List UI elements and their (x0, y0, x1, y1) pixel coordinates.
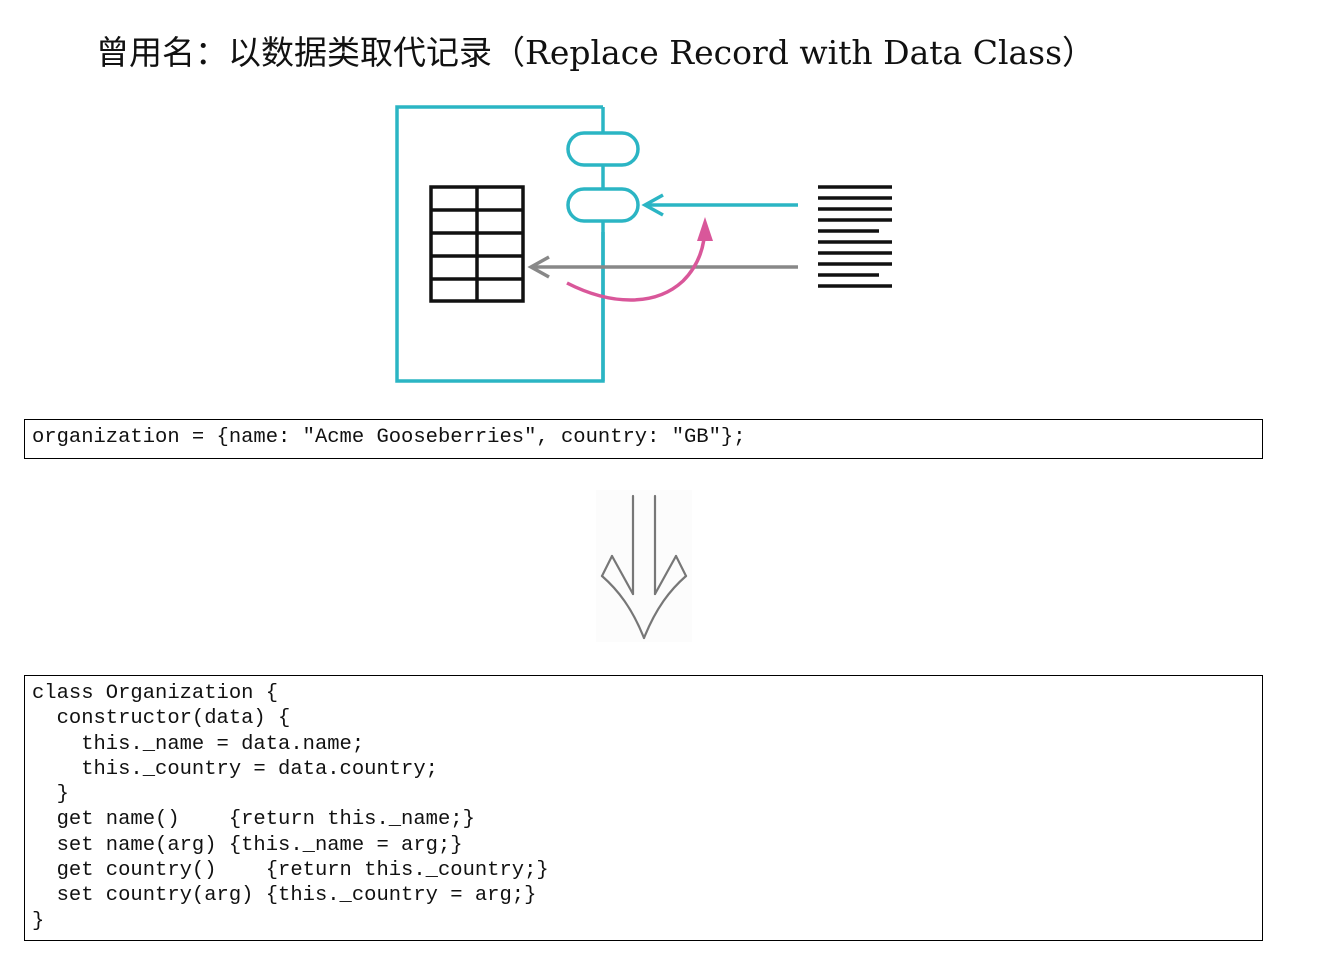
code-after-line: constructor(data) { (32, 707, 291, 731)
code-after-line: set name(arg) {this._name = arg;} (32, 833, 463, 857)
code-after-line: class Organization { (32, 682, 279, 705)
accessor-oval-bottom-icon (566, 187, 640, 223)
code-after-box: class Organization { constructor(data) {… (24, 675, 1263, 941)
accessor-oval-top-icon (566, 131, 640, 167)
page-title: 曾用名：以数据类取代记录（Replace Record with Data Cl… (96, 33, 1096, 72)
code-after-line: this._name = data.name; (32, 732, 365, 756)
record-table-icon (429, 185, 525, 303)
refactoring-diagram (395, 105, 892, 383)
code-before-box: organization = {name: "Acme Gooseberries… (24, 419, 1263, 459)
code-after-line: set country(arg) {this._country = arg;} (32, 884, 537, 908)
code-after-line: } (32, 783, 69, 807)
code-after-line: } (32, 909, 45, 933)
redirect-arrowhead-icon (697, 217, 713, 241)
code-before-line: organization = {name: "Acme Gooseberries… (32, 426, 746, 449)
code-after-line: get name() {return this._name;} (32, 808, 475, 832)
double-down-arrow-icon (596, 490, 692, 642)
code-after-line: get country() {return this._country;} (32, 859, 549, 883)
record-source-lines-icon (818, 185, 892, 288)
code-after-line: this._country = data.country; (32, 757, 438, 781)
redirect-curve-arrow (566, 224, 707, 302)
